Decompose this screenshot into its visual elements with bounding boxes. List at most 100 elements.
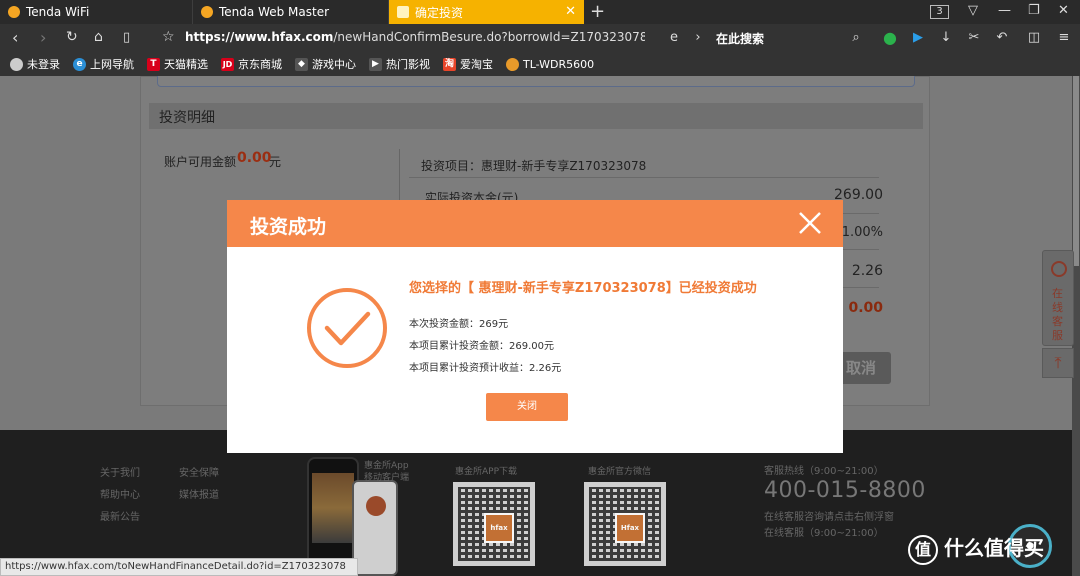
undo-icon[interactable]: ↶ bbox=[994, 30, 1010, 46]
bookmark-label: 爱淘宝 bbox=[460, 58, 493, 71]
tplink-icon bbox=[506, 57, 519, 71]
tab-label: Tenda Web Master bbox=[219, 5, 330, 19]
footer-link[interactable]: 帮助中心 bbox=[100, 486, 140, 501]
footer-link[interactable]: 安全保障 bbox=[179, 464, 219, 479]
watermark-text: 什么值得买 bbox=[944, 536, 1044, 560]
back-to-top-button[interactable]: ⤒ bbox=[1042, 348, 1074, 378]
bag-icon[interactable]: ◫ bbox=[1026, 30, 1042, 46]
section-title: 投资明细 bbox=[159, 110, 215, 126]
dropdown-icon[interactable]: › bbox=[690, 30, 706, 46]
bookmark-tmall[interactable]: T 天猫精选 bbox=[147, 56, 208, 72]
close-window-icon[interactable]: ✕ bbox=[1058, 3, 1069, 18]
tmall-icon: T bbox=[147, 57, 160, 71]
online-service-text: 在线客服 bbox=[1052, 287, 1063, 342]
minimize-icon[interactable]: — bbox=[998, 3, 1011, 18]
watermark: 值什么值得买 bbox=[908, 532, 1044, 565]
bookmark-tplink[interactable]: TL-WDR5600 bbox=[506, 57, 594, 71]
balance-unit: 元 bbox=[269, 155, 282, 169]
url-e-icon[interactable]: e bbox=[666, 30, 682, 46]
search-box[interactable]: 在此搜索 bbox=[716, 30, 764, 47]
wechat-qr-code: Hfax bbox=[584, 482, 666, 566]
tab-tenda-wifi[interactable]: Tenda WiFi bbox=[0, 0, 193, 24]
bookmark-label: 未登录 bbox=[27, 58, 60, 71]
scrollbar-thumb[interactable] bbox=[1073, 76, 1079, 266]
forward-icon[interactable]: › bbox=[40, 28, 46, 47]
footer-link[interactable]: 最新公告 bbox=[100, 508, 140, 523]
balance-label: 账户可用金额 bbox=[164, 155, 237, 169]
dialog-title: 投资成功 bbox=[250, 216, 327, 238]
tab-confirm-invest[interactable]: 确定投资 ✕ bbox=[389, 0, 584, 24]
success-message: 您选择的【 惠理财-新手专享Z170323078】已经投资成功 bbox=[409, 281, 757, 296]
bookmark-taobao[interactable]: 淘爱淘宝 bbox=[443, 56, 493, 72]
bookmark-label: 上网导航 bbox=[90, 58, 134, 71]
taobao-icon: 淘 bbox=[443, 57, 456, 71]
hotline-number: 400-015-8800 bbox=[764, 478, 926, 503]
divider bbox=[409, 177, 879, 178]
online-hint: 在线客服咨询请点击右侧浮窗 bbox=[764, 512, 894, 523]
bookmark-video[interactable]: ▶ 热门影视 bbox=[369, 56, 430, 72]
hotline-label: 客服热线（9:00~21:00） bbox=[764, 466, 884, 477]
success-dialog: 投资成功 您选择的【 惠理财-新手专享Z170323078】已经投资成功 本次投… bbox=[227, 200, 843, 453]
refresh-icon[interactable]: ↻ bbox=[66, 29, 78, 45]
e-icon: e bbox=[73, 57, 86, 71]
bookmarks-bar: 未登录 e 上网导航 T 天猫精选 JD 京东商城 ◆ 游戏中心 ▶ 热门影视 淘爱淘宝 … bbox=[0, 52, 1080, 76]
bookmark-label: 天猫精选 bbox=[164, 58, 208, 71]
footer-link[interactable]: 关于我们 bbox=[100, 464, 140, 479]
user-icon bbox=[10, 57, 23, 71]
section-header: 投资明细 bbox=[149, 103, 923, 129]
tenda-icon bbox=[8, 6, 20, 18]
income-value: 2.26 bbox=[851, 263, 883, 279]
download-icon[interactable]: ↓ bbox=[938, 30, 954, 46]
search-icon[interactable]: ⌕ bbox=[848, 30, 864, 46]
bookmark-games[interactable]: ◆ 游戏中心 bbox=[295, 56, 356, 72]
url-field[interactable]: https://www.hfax.com/newHandConfirmBesur… bbox=[185, 30, 645, 44]
tab-label: Tenda WiFi bbox=[26, 5, 90, 19]
tab-label: 确定投资 bbox=[415, 5, 464, 20]
skin-icon[interactable]: ▽ bbox=[968, 3, 978, 18]
bookmark-nav[interactable]: e 上网导航 bbox=[73, 56, 134, 72]
online-service-label: 在线客服（9:00~21:00） bbox=[764, 528, 884, 539]
wechat-label: 惠金所官方微信 bbox=[588, 467, 652, 477]
headset-icon bbox=[1051, 261, 1067, 277]
success-check-icon bbox=[307, 288, 387, 368]
gamepad-icon: ◆ bbox=[295, 57, 308, 71]
dialog-header: 投资成功 bbox=[227, 200, 843, 247]
phone-image bbox=[352, 480, 398, 576]
close-button[interactable]: 关闭 bbox=[486, 393, 568, 421]
bookmark-star-icon[interactable]: ☆ bbox=[162, 29, 175, 45]
app-caption: 惠金所App 移动客户端 bbox=[364, 461, 410, 483]
project-line: 投资项目：惠理财-新手专享Z170323078 bbox=[421, 159, 647, 173]
tab-count-badge[interactable]: 3 bbox=[930, 5, 949, 19]
tab-tenda-web-master[interactable]: Tenda Web Master bbox=[193, 0, 389, 24]
balance-amount: 0.00 bbox=[237, 150, 272, 166]
home-icon[interactable]: ⌂ bbox=[94, 29, 103, 45]
bookmark-label: 京东商城 bbox=[238, 58, 282, 71]
url-path: /newHandConfirmBesure.do?borrowId=Z17032… bbox=[333, 30, 645, 44]
tab-bar: Tenda WiFi Tenda Web Master 确定投资 ✕ + 3 ▽… bbox=[0, 0, 1080, 24]
close-icon[interactable] bbox=[797, 210, 823, 236]
restore-icon[interactable]: ❐ bbox=[1028, 3, 1040, 18]
tenda-icon bbox=[201, 6, 213, 18]
expected-income: 本项目累计投资预计收益：2.26元 bbox=[409, 363, 562, 374]
bookmark-label: 游戏中心 bbox=[312, 58, 356, 71]
app-qr-code: hfax bbox=[453, 482, 535, 566]
app-download-label: 惠金所APP下载 bbox=[455, 467, 518, 477]
bookmark-jd[interactable]: JD 京东商城 bbox=[221, 56, 282, 72]
close-tab-icon[interactable]: ✕ bbox=[565, 4, 576, 19]
total-invest-amount: 本项目累计投资金额：269.00元 bbox=[409, 341, 554, 352]
footer-link[interactable]: 媒体报道 bbox=[179, 486, 219, 501]
new-tab-icon[interactable]: + bbox=[590, 1, 605, 22]
bookmark-login[interactable]: 未登录 bbox=[10, 56, 60, 72]
scissors-icon[interactable]: ✂ bbox=[966, 30, 982, 46]
jd-icon: JD bbox=[221, 57, 234, 71]
online-service-button[interactable]: 在线客服 bbox=[1042, 250, 1074, 346]
back-icon[interactable]: ‹ bbox=[12, 28, 18, 47]
watermark-icon: 值 bbox=[908, 534, 938, 565]
reader-icon[interactable]: ▯ bbox=[123, 30, 130, 45]
top-input-edge[interactable] bbox=[157, 76, 915, 87]
wechat-icon[interactable]: ● bbox=[882, 30, 898, 46]
url-host: https://www.hfax.com bbox=[185, 30, 334, 44]
address-bar: ‹ › ↻ ⌂ ▯ ☆ https://www.hfax.com/newHand… bbox=[0, 24, 1080, 52]
play-icon[interactable]: ▶ bbox=[910, 30, 926, 46]
menu-icon[interactable]: ≡ bbox=[1056, 30, 1072, 46]
